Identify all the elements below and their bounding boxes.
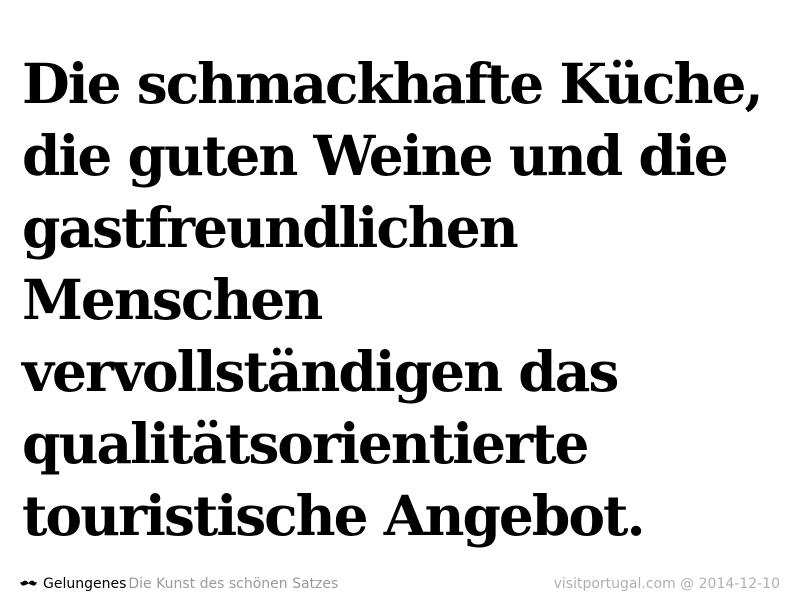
- quote-line: qualitätsorientierte: [22, 411, 589, 476]
- footer: Gelungenes Die Kunst des schönen Satzes …: [20, 574, 780, 594]
- quote-line: touristische Angebot.: [22, 483, 646, 548]
- quote-line: gastfreundlichen: [22, 195, 519, 260]
- quote-line: die guten Weine und die: [22, 123, 729, 188]
- quote-line: vervollständigen das: [22, 339, 619, 404]
- brand-name: Gelungenes: [43, 576, 127, 592]
- quote-line: Menschen: [22, 267, 323, 332]
- source-citation: visitportugal.com @ 2014-12-10: [553, 576, 780, 592]
- quote-line: Die schmackhafte Küche,: [22, 51, 764, 116]
- mustache-icon: [20, 580, 37, 586]
- page: Die schmackhafte Küche, die guten Weine …: [0, 0, 800, 600]
- footer-branding[interactable]: Gelungenes Die Kunst des schönen Satzes: [20, 574, 338, 594]
- quote-text: Die schmackhafte Küche, die guten Weine …: [22, 48, 792, 552]
- brand-tagline: Die Kunst des schönen Satzes: [128, 576, 339, 592]
